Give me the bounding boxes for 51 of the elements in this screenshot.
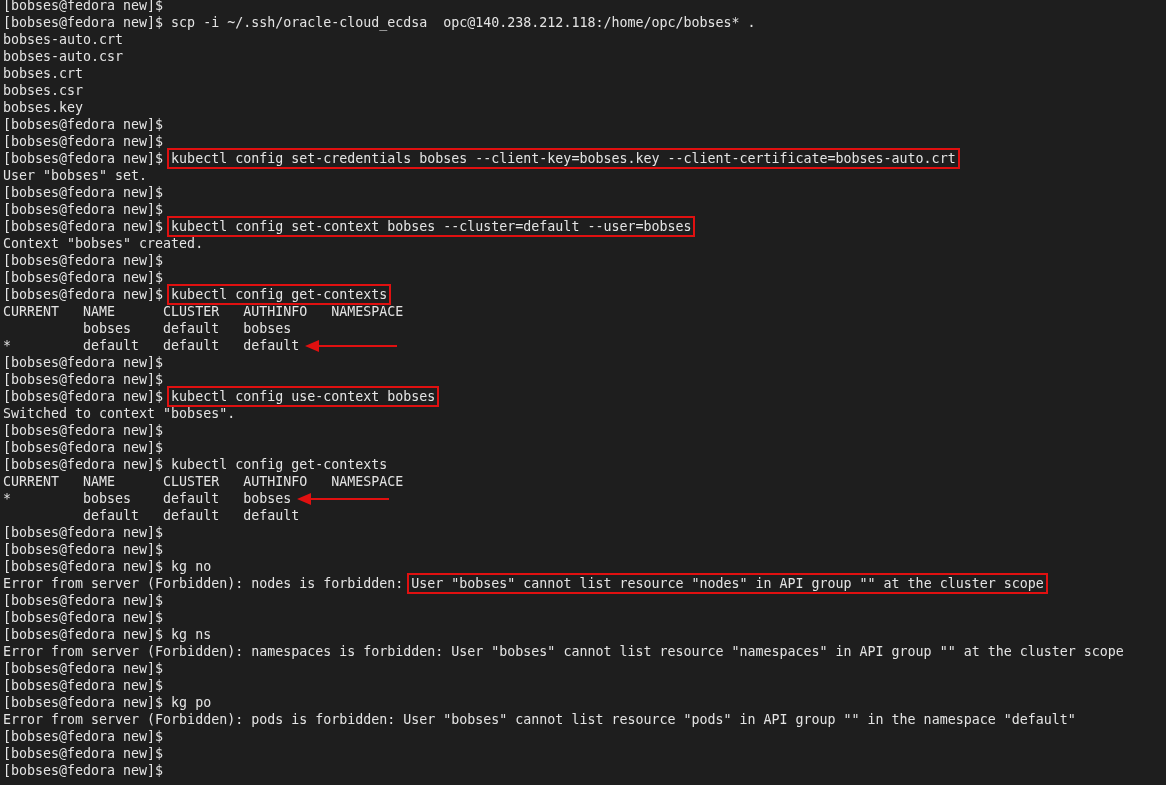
command-line: [bobses@fedora new]$	[3, 0, 164, 15]
command-line: [bobses@fedora new]$	[3, 591, 164, 610]
command-line: [bobses@fedora new]$	[3, 761, 164, 780]
output-line: User "bobses" set.	[3, 166, 148, 185]
command-line: [bobses@fedora new]$	[3, 353, 164, 372]
command-line: [bobses@fedora new]$	[3, 387, 164, 406]
command-line: [bobses@fedora new]$	[3, 523, 164, 542]
command-line: [bobses@fedora new]$	[3, 217, 164, 236]
output-line: Context "bobses" created.	[3, 234, 204, 253]
command-line: [bobses@fedora new]$ kg ns	[3, 625, 212, 644]
command-line: [bobses@fedora new]$	[3, 421, 164, 440]
command-line: [bobses@fedora new]$ scp -i ~/.ssh/oracle-cloud_ecdsa opc@140.238.212.118:/home/opc/bobses* .	[3, 13, 756, 33]
output-line: bobses.crt	[3, 64, 84, 83]
command-line: [bobses@fedora new]$	[3, 744, 164, 763]
highlighted-text: kubectl config set-context bobses --cluster=default --user=bobses	[167, 216, 696, 237]
output-line: bobses.csr	[3, 81, 84, 100]
output-line: bobses-auto.crt	[3, 30, 124, 49]
output-line: CURRENT NAME CLUSTER AUTHINFO NAMESPACE	[3, 472, 404, 491]
highlighted-text: kubectl config get-contexts	[167, 284, 392, 305]
command-line: [bobses@fedora new]$	[3, 251, 164, 270]
command-line: [bobses@fedora new]$	[3, 132, 164, 151]
command-line: [bobses@fedora new]$	[3, 268, 164, 287]
command-line: [bobses@fedora new]$	[3, 149, 164, 168]
output-line: * default default default	[3, 336, 300, 355]
command-line: [bobses@fedora new]$	[3, 540, 164, 559]
output-line: bobses-auto.csr	[3, 47, 124, 66]
output-line: Switched to context "bobses".	[3, 404, 236, 423]
command-line: [bobses@fedora new]$	[3, 370, 164, 389]
command-line: [bobses@fedora new]$	[3, 676, 164, 695]
command-line: [bobses@fedora new]$	[3, 659, 164, 678]
output-line: Error from server (Forbidden): namespaces is forbidden: User "bobses" cannot list resource "namespaces" in API group "" at the cluster scope	[3, 642, 1124, 661]
command-line: [bobses@fedora new]$	[3, 438, 164, 457]
output-line: Error from server (Forbidden): pods is forbidden: User "bobses" cannot list resource "pods" in API group "" in the namespace "default"	[3, 710, 1076, 729]
output-line: * bobses default bobses	[3, 489, 292, 508]
command-line: [bobses@fedora new]$	[3, 285, 164, 304]
command-line: [bobses@fedora new]$	[3, 200, 164, 219]
command-line: [bobses@fedora new]$	[3, 115, 164, 134]
output-line: Error from server (Forbidden): nodes is forbidden:	[3, 574, 405, 593]
command-line: [bobses@fedora new]$	[3, 608, 164, 627]
highlighted-text: kubectl config set-credentials bobses --client-key=bobses.key --client-certificate=bobses-auto.crt	[167, 148, 960, 169]
command-line: [bobses@fedora new]$	[3, 727, 164, 746]
command-line: [bobses@fedora new]$ kg po	[3, 693, 212, 712]
command-line: [bobses@fedora new]$ kubectl config get-contexts	[3, 455, 388, 474]
output-line: bobses default bobses	[82, 319, 292, 338]
output-line: CURRENT NAME CLUSTER AUTHINFO NAMESPACE	[3, 302, 404, 321]
output-line: default default default	[82, 506, 300, 525]
highlighted-text: User "bobses" cannot list resource "nodes" in API group "" at the cluster scope	[407, 573, 1048, 594]
highlighted-text: kubectl config use-context bobses	[167, 386, 440, 407]
command-line: [bobses@fedora new]$ kg no	[3, 557, 212, 576]
output-line: bobses.key	[3, 98, 84, 117]
command-line: [bobses@fedora new]$	[3, 183, 164, 202]
